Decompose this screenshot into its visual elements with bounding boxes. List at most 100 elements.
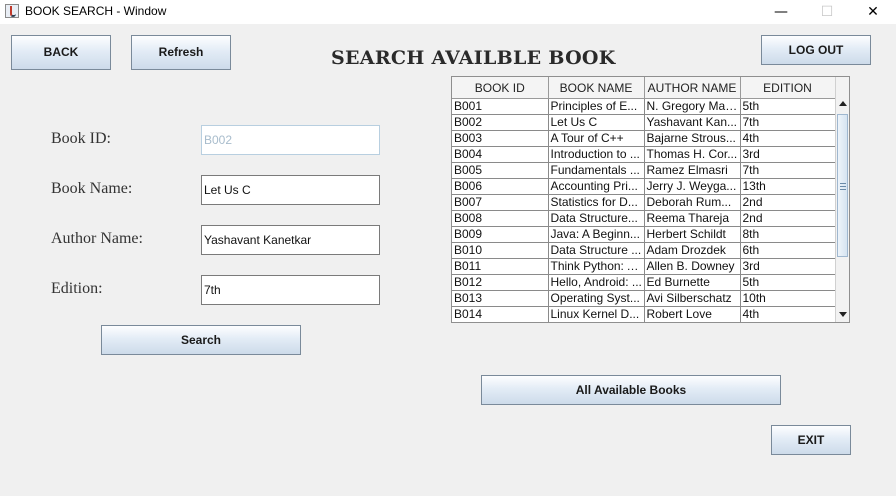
table-row[interactable]: B014 Linux Kernel D... Robert Love 4th [452, 306, 836, 322]
table-cell[interactable]: Thomas H. Cor... [644, 146, 741, 163]
table-cell[interactable]: 2nd [740, 194, 836, 211]
book-id-field[interactable]: B002 [201, 125, 380, 155]
table-row[interactable]: B007 Statistics for D... Deborah Rum... 2nd [452, 194, 836, 211]
table-cell[interactable]: Java: A Beginn... [548, 226, 645, 243]
table-cell[interactable]: Ed Burnette [644, 274, 741, 291]
book-id-label: Book ID: [51, 130, 111, 147]
column-header-book-id[interactable]: BOOK ID [452, 77, 549, 99]
close-button[interactable]: ✕ [850, 0, 896, 24]
table-cell[interactable]: Ramez Elmasri [644, 162, 741, 179]
table-cell[interactable]: Avi Silberschatz [644, 290, 741, 307]
book-name-field[interactable]: Let Us C [201, 175, 380, 205]
table-row[interactable]: B011 Think Python: A... Allen B. Downey 3rd [452, 258, 836, 275]
table-cell[interactable]: Hello, Android: ... [548, 274, 645, 291]
table-cell[interactable]: B006 [452, 178, 549, 195]
table-cell[interactable]: Robert Love [644, 306, 741, 322]
search-button[interactable]: Search [101, 325, 301, 355]
table-cell[interactable]: B011 [452, 258, 549, 275]
table-cell[interactable]: N. Gregory Man... [644, 98, 741, 115]
table-cell[interactable]: 3rd [740, 258, 836, 275]
scroll-down-arrow-icon[interactable] [839, 312, 847, 317]
table-cell[interactable]: Herbert Schildt [644, 226, 741, 243]
title-bar: BOOK SEARCH - Window — ☐ ✕ [0, 0, 896, 24]
column-header-author-name[interactable]: AUTHOR NAME [644, 77, 741, 99]
table-cell[interactable]: B010 [452, 242, 549, 259]
grip-icon [840, 183, 846, 190]
scroll-up-arrow-icon[interactable] [839, 101, 847, 106]
minimize-button[interactable]: — [758, 0, 804, 24]
table-cell[interactable]: B005 [452, 162, 549, 179]
table-cell[interactable]: Introduction to ... [548, 146, 645, 163]
table-cell[interactable]: Think Python: A... [548, 258, 645, 275]
edition-field[interactable]: 7th [201, 275, 380, 305]
table-row[interactable]: B010 Data Structure ... Adam Drozdek 6th [452, 242, 836, 259]
table-cell[interactable]: 4th [740, 130, 836, 147]
author-name-field[interactable]: Yashavant Kanetkar [201, 225, 380, 255]
table-cell[interactable]: Bajarne Strous... [644, 130, 741, 147]
edition-label: Edition: [51, 280, 103, 297]
table-cell[interactable]: 5th [740, 274, 836, 291]
table-cell[interactable]: B008 [452, 210, 549, 227]
column-header-book-name[interactable]: BOOK NAME [548, 77, 645, 99]
table-row[interactable]: B009 Java: A Beginn... Herbert Schildt 8th [452, 226, 836, 243]
table-cell[interactable]: 2nd [740, 210, 836, 227]
table-cell[interactable]: Adam Drozdek [644, 242, 741, 259]
table-cell[interactable]: Operating Syst... [548, 290, 645, 307]
table-cell[interactable]: Reema Thareja [644, 210, 741, 227]
table-cell[interactable]: B013 [452, 290, 549, 307]
table-cell[interactable]: B001 [452, 98, 549, 115]
table-header-row: BOOK ID BOOK NAME AUTHOR NAME EDITION [452, 77, 836, 99]
book-name-label: Book Name: [51, 180, 133, 197]
books-table[interactable]: BOOK ID BOOK NAME AUTHOR NAME EDITION B0… [451, 76, 850, 323]
table-cell[interactable]: 7th [740, 162, 836, 179]
table-cell[interactable]: Accounting Pri... [548, 178, 645, 195]
table-cell[interactable]: 13th [740, 178, 836, 195]
table-row[interactable]: B013 Operating Syst... Avi Silberschatz 10t… [452, 290, 836, 307]
table-cell[interactable]: 3rd [740, 146, 836, 163]
table-cell[interactable]: 5th [740, 98, 836, 115]
table-cell[interactable]: 8th [740, 226, 836, 243]
table-cell[interactable]: Allen B. Downey [644, 258, 741, 275]
table-cell[interactable]: B009 [452, 226, 549, 243]
table-cell[interactable]: Let Us C [548, 114, 645, 131]
table-cell[interactable]: Linux Kernel D... [548, 306, 645, 322]
table-row[interactable]: B012 Hello, Android: ... Ed Burnette 5th [452, 274, 836, 291]
table-scrollbar[interactable] [835, 77, 849, 322]
table-row[interactable]: B008 Data Structure... Reema Thareja 2nd [452, 210, 836, 227]
table-cell[interactable]: Deborah Rum... [644, 194, 741, 211]
table-row[interactable]: B001 Principles of E... N. Gregory Man... 5… [452, 98, 836, 115]
table-cell[interactable]: Statistics for D... [548, 194, 645, 211]
all-available-books-button[interactable]: All Available Books [481, 375, 781, 405]
table-cell[interactable]: 4th [740, 306, 836, 322]
java-app-icon [5, 4, 19, 18]
table-cell[interactable]: Fundamentals ... [548, 162, 645, 179]
table-cell[interactable]: 6th [740, 242, 836, 259]
column-header-edition[interactable]: EDITION [740, 77, 836, 99]
maximize-button[interactable]: ☐ [804, 0, 850, 24]
scroll-thumb[interactable] [837, 114, 848, 257]
table-cell[interactable]: 10th [740, 290, 836, 307]
table-cell[interactable]: Principles of E... [548, 98, 645, 115]
table-cell[interactable]: Jerry J. Weyga... [644, 178, 741, 195]
table-row[interactable]: B006 Accounting Pri... Jerry J. Weyga... 13… [452, 178, 836, 195]
table-row[interactable]: B002 Let Us C Yashavant Kan... 7th [452, 114, 836, 131]
table-cell[interactable]: A Tour of C++ [548, 130, 645, 147]
refresh-button[interactable]: Refresh [131, 35, 231, 70]
table-row[interactable]: B003 A Tour of C++ Bajarne Strous... 4th [452, 130, 836, 147]
table-cell[interactable]: B004 [452, 146, 549, 163]
table-cell[interactable]: 7th [740, 114, 836, 131]
exit-button[interactable]: EXIT [771, 425, 851, 455]
back-button[interactable]: BACK [11, 35, 111, 70]
table-cell[interactable]: B014 [452, 306, 549, 322]
table-row[interactable]: B005 Fundamentals ... Ramez Elmasri 7th [452, 162, 836, 179]
table-cell[interactable]: Data Structure ... [548, 242, 645, 259]
table-cell[interactable]: Data Structure... [548, 210, 645, 227]
logout-button[interactable]: LOG OUT [761, 35, 871, 65]
table-cell[interactable]: Yashavant Kan... [644, 114, 741, 131]
table-cell[interactable]: B007 [452, 194, 549, 211]
table-cell[interactable]: B012 [452, 274, 549, 291]
table-cell[interactable]: B002 [452, 114, 549, 131]
window-title: BOOK SEARCH - Window [25, 4, 167, 18]
table-row[interactable]: B004 Introduction to ... Thomas H. Cor... 3… [452, 146, 836, 163]
table-cell[interactable]: B003 [452, 130, 549, 147]
